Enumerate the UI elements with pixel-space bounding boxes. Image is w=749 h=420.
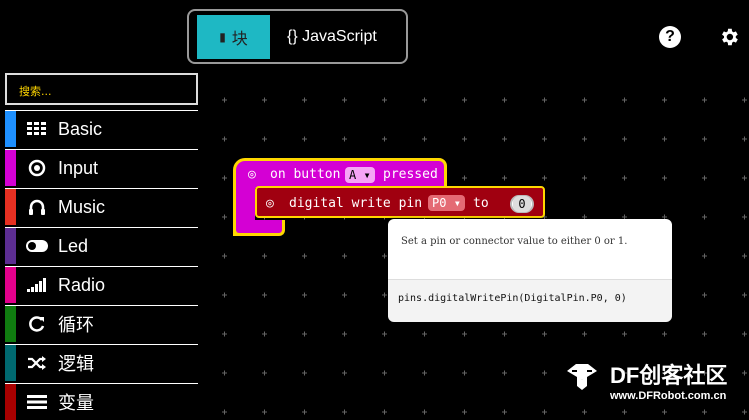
category-color-stripe bbox=[5, 267, 16, 303]
target-icon: ◎ bbox=[248, 167, 256, 182]
block-text: pressed bbox=[383, 167, 438, 182]
list-icon bbox=[26, 393, 48, 411]
dropdown-value: P0 bbox=[432, 196, 447, 210]
category-logic[interactable]: 逻辑 bbox=[5, 344, 198, 381]
category-label: Led bbox=[58, 235, 89, 256]
watermark: DF创客社区 www.DFRobot.com.cn bbox=[560, 352, 749, 416]
block-tooltip: Set a pin or connector value to either 0… bbox=[388, 219, 672, 322]
toolbox: 搜索... Basic Input Music Led Radio 循环 逻辑 … bbox=[0, 72, 200, 420]
category-color-stripe bbox=[5, 150, 16, 186]
editor-switcher: ▮ 块 {} JavaScript bbox=[187, 9, 408, 64]
category-label: Basic bbox=[58, 118, 103, 139]
category-label: 逻辑 bbox=[58, 354, 94, 374]
grid-icon bbox=[26, 120, 48, 138]
blocks-tab-label: 块 bbox=[231, 29, 248, 48]
block-text: on button bbox=[270, 167, 341, 182]
toggle-icon bbox=[26, 237, 48, 255]
category-color-stripe bbox=[5, 228, 16, 264]
chevron-down-icon: ▾ bbox=[453, 196, 461, 210]
pin-icon: ◎ bbox=[266, 196, 274, 211]
block-text: to bbox=[473, 196, 489, 211]
javascript-tab[interactable]: {} JavaScript bbox=[287, 15, 397, 59]
top-bar: ▮ 块 {} JavaScript ? bbox=[0, 0, 749, 72]
digital-write-pin-block[interactable]: ◎ digital write pin P0 ▾ to bbox=[255, 186, 545, 218]
category-label: 变量 bbox=[58, 393, 94, 413]
blocks-tab[interactable]: ▮ 块 bbox=[197, 15, 270, 59]
category-variables[interactable]: 变量 bbox=[5, 383, 198, 420]
puzzle-icon: ▮ bbox=[219, 30, 226, 44]
watermark-title: DF创客社区 bbox=[610, 363, 728, 388]
category-label: 循环 bbox=[58, 315, 94, 335]
category-basic[interactable]: Basic bbox=[5, 110, 198, 147]
category-radio[interactable]: Radio bbox=[5, 266, 198, 303]
help-icon[interactable]: ? bbox=[659, 26, 681, 48]
tooltip-code: pins.digitalWritePin(DigitalPin.P0, 0) bbox=[388, 279, 672, 322]
javascript-tab-label: {} JavaScript bbox=[287, 28, 377, 45]
category-label: Input bbox=[58, 157, 99, 178]
headphones-icon bbox=[26, 198, 48, 216]
watermark-url: www.DFRobot.com.cn bbox=[610, 390, 727, 402]
category-label: Radio bbox=[58, 274, 106, 295]
category-input[interactable]: Input bbox=[5, 149, 198, 186]
category-led[interactable]: Led bbox=[5, 227, 198, 264]
category-color-stripe bbox=[5, 111, 16, 147]
event-block-footer bbox=[233, 220, 285, 236]
signal-bars-icon bbox=[26, 276, 48, 294]
category-color-stripe bbox=[5, 189, 16, 225]
category-color-stripe bbox=[5, 345, 16, 381]
on-button-pressed-block[interactable]: ◎ on button A ▾ pressed bbox=[233, 158, 447, 188]
gear-icon[interactable] bbox=[718, 26, 740, 48]
tooltip-code-text: pins.digitalWritePin(DigitalPin.P0, 0) bbox=[398, 293, 627, 304]
pin-dropdown[interactable]: P0 ▾ bbox=[428, 195, 465, 211]
shuffle-icon bbox=[26, 354, 48, 372]
category-music[interactable]: Music bbox=[5, 188, 198, 225]
chevron-down-icon: ▾ bbox=[363, 168, 371, 182]
value-input[interactable]: 0 bbox=[513, 196, 531, 212]
dfrobot-logo-icon bbox=[567, 364, 597, 390]
search-input[interactable]: 搜索... bbox=[5, 73, 198, 105]
category-loops[interactable]: 循环 bbox=[5, 305, 198, 342]
button-dropdown[interactable]: A ▾ bbox=[345, 167, 375, 183]
dropdown-value: A bbox=[349, 168, 357, 182]
block-text: digital write pin bbox=[289, 196, 423, 211]
target-icon bbox=[26, 159, 48, 177]
loop-icon bbox=[26, 315, 48, 333]
tooltip-description: Set a pin or connector value to either 0… bbox=[401, 236, 628, 247]
category-color-stripe bbox=[5, 306, 16, 342]
category-color-stripe bbox=[5, 384, 16, 420]
category-label: Music bbox=[58, 196, 106, 217]
